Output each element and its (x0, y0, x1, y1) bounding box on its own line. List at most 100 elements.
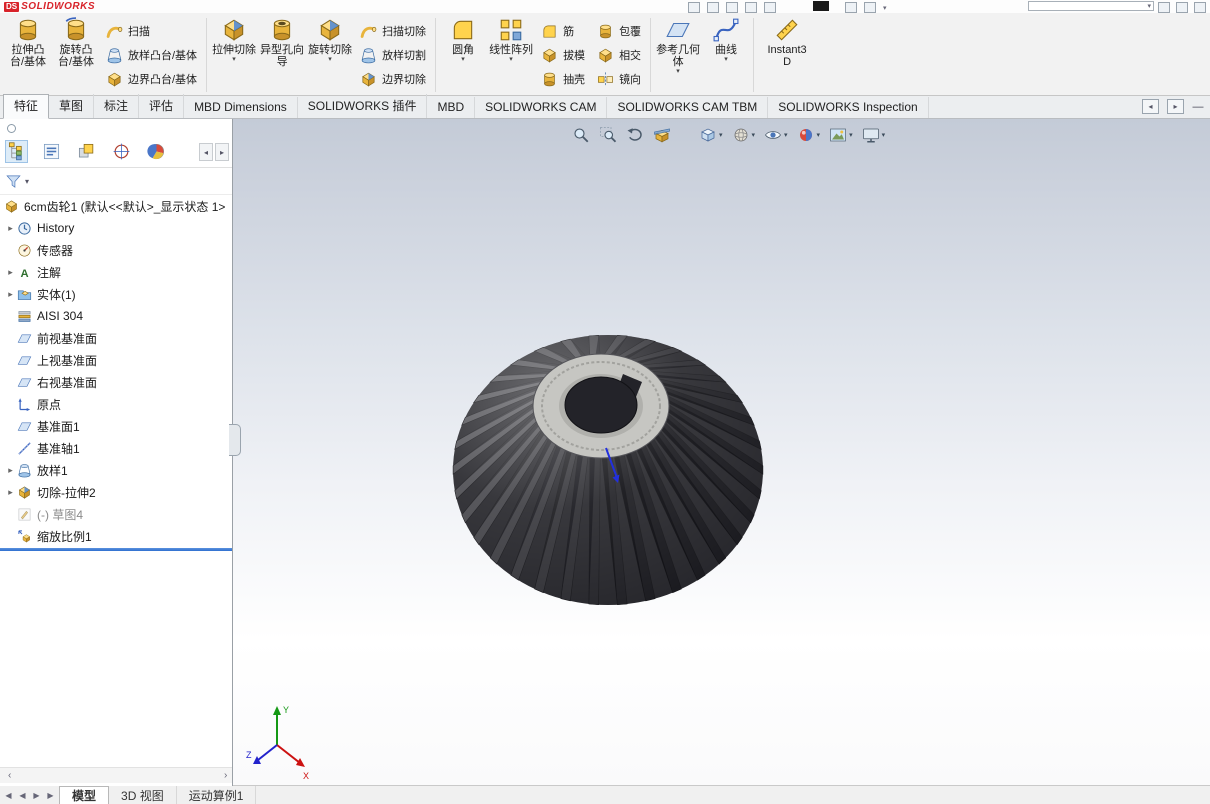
draft-button[interactable]: 拔模 (535, 43, 591, 67)
boundary-cut-button[interactable]: 边界切除 (354, 67, 432, 91)
panel-splitter-handle[interactable] (229, 424, 241, 456)
tree-item-plane1[interactable]: 基准面1 (0, 415, 232, 437)
revolved-boss-button[interactable]: 旋转凸台/基体 (52, 15, 100, 95)
quickbar-icon[interactable] (745, 2, 757, 13)
curves-button[interactable]: 曲线 ▾ (702, 15, 750, 95)
fillet-button[interactable]: 圆角 ▾ (439, 15, 487, 95)
filter-icon[interactable] (5, 173, 22, 190)
search-box[interactable]: ▾ (1028, 1, 1154, 11)
tab-mbd[interactable]: MBD (427, 97, 476, 118)
tree-item-history[interactable]: ▸ History (0, 217, 232, 239)
edit-appearance-button[interactable]: ▾ (797, 126, 820, 144)
motion-study-tab[interactable]: 运动算例1 (177, 786, 257, 804)
tab-features[interactable]: 特征 (3, 94, 50, 119)
tab-cam-tbm[interactable]: SOLIDWORKS CAM TBM (607, 97, 769, 118)
scroll-left-icon[interactable]: ‹ (2, 769, 14, 782)
tab-cam[interactable]: SOLIDWORKS CAM (475, 97, 608, 118)
last-study-icon[interactable]: ▶ (44, 788, 57, 802)
tree-item-origin[interactable]: 原点 (0, 393, 232, 415)
zoom-to-area-button[interactable] (599, 126, 617, 144)
section-view-button[interactable] (653, 126, 671, 144)
rib-button[interactable]: 筋 (535, 19, 591, 43)
expand-arrow-icon[interactable]: ▸ (4, 267, 17, 278)
close-icon[interactable] (1194, 2, 1206, 13)
dimxpert-tab[interactable] (111, 141, 132, 162)
next-study-icon[interactable]: ▶ (30, 788, 43, 802)
scroll-right-icon[interactable]: ▸ (215, 143, 229, 161)
expand-arrow-icon[interactable]: ▸ (4, 465, 17, 476)
tree-item-sensors[interactable]: 传感器 (0, 239, 232, 261)
wrap-button[interactable]: 包覆 (591, 19, 647, 43)
search-dropdown-icon[interactable]: ▾ (1147, 2, 1151, 10)
swept-cut-button[interactable]: 扫描切除 (354, 19, 432, 43)
panel-horizontal-scrollbar[interactable]: ‹ › (0, 767, 232, 783)
display-style-button[interactable]: ▾ (732, 126, 755, 144)
expand-arrow-icon[interactable]: ▸ (4, 223, 17, 234)
instant3d-button[interactable]: Instant3D (757, 15, 817, 95)
extruded-boss-button[interactable]: 拉伸凸台/基体 (4, 15, 52, 95)
extruded-cut-button[interactable]: 拉伸切除 ▾ (210, 15, 258, 95)
tree-item-cut-extrude2[interactable]: ▸ 切除-拉伸2 (0, 481, 232, 503)
3d-views-tab[interactable]: 3D 视图 (109, 786, 177, 804)
shell-button[interactable]: 抽壳 (535, 67, 591, 91)
quickbar-icon[interactable] (726, 2, 738, 13)
graphics-viewport[interactable]: ▾ ▾ ▾ ▾ ▾ ▾ Y X Z (233, 119, 1210, 786)
view-orientation-button[interactable]: ▾ (699, 126, 723, 144)
titlebar-tool-icon[interactable] (864, 2, 876, 13)
scroll-left-icon[interactable]: ◂ (199, 143, 213, 161)
quickbar-icon[interactable] (764, 2, 776, 13)
hide-show-items-button[interactable]: ▾ (764, 126, 788, 144)
revolved-cut-button[interactable]: 旋转切除 ▾ (306, 15, 354, 95)
tree-item-sketch4[interactable]: (-) 草图4 (0, 503, 232, 525)
intersect-button[interactable]: 相交 (591, 43, 647, 67)
tab-addins[interactable]: SOLIDWORKS 插件 (298, 94, 428, 118)
chevron-down-icon[interactable]: ▾ (25, 177, 29, 186)
tree-item-loft1[interactable]: ▸ 放样1 (0, 459, 232, 481)
scroll-right-icon[interactable]: › (218, 769, 230, 782)
tab-annotations[interactable]: 标注 (94, 94, 140, 118)
app-menu-icon[interactable] (813, 1, 829, 11)
titlebar-tool-icon[interactable] (845, 2, 857, 13)
tree-item-part-root[interactable]: 6cm齿轮1 (默认<<默认>_显示状态 1> (0, 195, 232, 217)
pane-left-icon[interactable]: ◂ (1142, 99, 1159, 114)
tab-sketch[interactable]: 草图 (49, 94, 95, 118)
previous-view-button[interactable] (626, 126, 644, 144)
pane-right-icon[interactable]: ▸ (1167, 99, 1184, 114)
rollback-pin-icon[interactable] (7, 124, 16, 133)
tree-item-annotations[interactable]: ▸ 注解 (0, 261, 232, 283)
prev-study-icon[interactable]: ◀ (16, 788, 29, 802)
tree-item-front-plane[interactable]: 前视基准面 (0, 327, 232, 349)
tree-item-solid-bodies[interactable]: ▸ 实体(1) (0, 283, 232, 305)
tree-item-top-plane[interactable]: 上视基准面 (0, 349, 232, 371)
display-manager-tab[interactable] (146, 141, 167, 162)
reference-geometry-button[interactable]: 参考几何体 ▾ (654, 15, 702, 95)
property-manager-tab[interactable] (41, 141, 62, 162)
configuration-manager-tab[interactable] (76, 141, 97, 162)
expand-arrow-icon[interactable]: ▸ (4, 289, 17, 300)
tree-item-scale1[interactable]: 缩放比例1 (0, 525, 232, 547)
tab-inspection[interactable]: SOLIDWORKS Inspection (768, 97, 929, 118)
feature-manager-tab[interactable] (5, 140, 28, 163)
apply-scene-button[interactable]: ▾ (829, 126, 853, 144)
tab-mbd-dimensions[interactable]: MBD Dimensions (184, 97, 298, 118)
mirror-button[interactable]: 镜向 (591, 67, 647, 91)
quickbar-icon[interactable] (707, 2, 719, 13)
chevron-down-icon[interactable]: ▾ (883, 4, 887, 12)
rollback-bar[interactable] (0, 548, 232, 551)
restore-icon[interactable] (1176, 2, 1188, 13)
quickbar-icon[interactable] (688, 2, 700, 13)
first-study-icon[interactable]: ◀ (2, 788, 15, 802)
minimize-icon[interactable] (1158, 2, 1170, 13)
lofted-boss-button[interactable]: 放样凸台/基体 (100, 43, 203, 67)
view-settings-button[interactable]: ▾ (862, 126, 885, 144)
tab-evaluate[interactable]: 评估 (139, 94, 185, 118)
lofted-cut-button[interactable]: 放样切割 (354, 43, 432, 67)
boundary-boss-button[interactable]: 边界凸台/基体 (100, 67, 203, 91)
model-tab[interactable]: 模型 (59, 786, 110, 804)
gear-model[interactable] (437, 327, 777, 632)
tree-item-right-plane[interactable]: 右视基准面 (0, 371, 232, 393)
zoom-to-fit-button[interactable] (572, 126, 590, 144)
collapse-ribbon-icon[interactable]: — (1192, 100, 1204, 113)
tree-item-axis1[interactable]: 基准轴1 (0, 437, 232, 459)
tree-item-material[interactable]: AISI 304 (0, 305, 232, 327)
